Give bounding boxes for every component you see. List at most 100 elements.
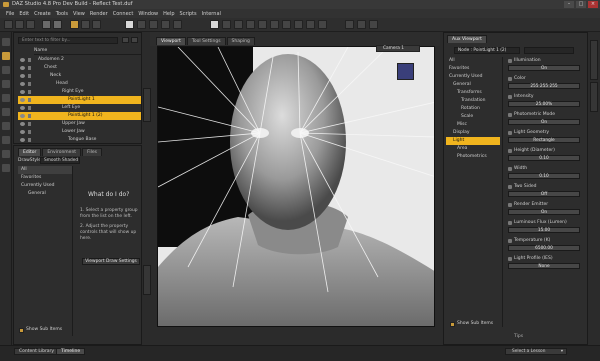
property-value[interactable]: On [508,209,580,215]
lock-icon[interactable] [28,138,31,142]
lock-icon[interactable] [28,66,31,70]
parameters-show-sub-items-checkbox[interactable] [450,322,455,327]
menu-edit[interactable]: Edit [19,11,29,17]
param-group-item[interactable]: Rotation [446,105,500,113]
property-value[interactable]: 0.10 [508,173,580,179]
scene-node-row[interactable]: PointLight 1 [18,96,141,104]
scale-tool-icon[interactable] [161,20,170,29]
smart-content-icon[interactable] [2,52,10,60]
property-value[interactable]: 15.00 [508,227,580,233]
tab-editor[interactable]: Editor [18,148,42,156]
cameras-icon[interactable] [2,136,10,144]
visibility-eye-icon[interactable] [20,74,25,78]
tab-aux-viewport[interactable]: Aux Viewport [447,35,487,43]
menu-help[interactable]: Help [163,11,174,17]
content-library-icon[interactable] [2,66,10,74]
visibility-eye-icon[interactable] [20,106,25,110]
posing-icon[interactable] [2,80,10,88]
side-tab-2[interactable] [143,265,151,295]
scene-panel-icon[interactable] [2,38,10,46]
lock-icon[interactable] [28,58,31,62]
tab-shaping[interactable]: Shaping [226,37,255,45]
param-group-item[interactable]: All [446,57,500,65]
property-value[interactable]: Rectangle [508,137,580,143]
property-value[interactable]: 6500.00 [508,245,580,251]
editor-list-favorites[interactable]: Favorites [18,174,72,182]
menu-render[interactable]: Render [90,11,108,17]
view-cube-icon[interactable] [397,63,414,80]
property-value[interactable]: 25.00% [508,101,580,107]
undo-icon[interactable] [42,20,51,29]
draw-style-select[interactable]: Smooth Shaded [40,157,80,164]
geometry-icon[interactable] [318,20,327,29]
rotate-tool-icon[interactable] [149,20,158,29]
tab-files[interactable]: Files [82,148,102,156]
scene-node-row[interactable]: Right Eye [18,88,141,96]
menu-connect[interactable]: Connect [113,11,134,17]
render-panel-icon[interactable] [2,150,10,158]
lesson-select[interactable]: Select a Lesson ▾ [505,348,567,355]
param-group-item[interactable]: Transforms [446,89,500,97]
side-tab-1[interactable] [143,88,151,122]
param-group-item[interactable]: General [446,81,500,89]
pointer-tool-icon[interactable] [125,20,134,29]
region-nav-icon[interactable] [282,20,291,29]
menu-tools[interactable]: Tools [56,11,68,17]
camera-select[interactable]: Camera 1 [376,45,420,52]
render-settings-icon[interactable] [81,20,90,29]
tab-tool-settings[interactable]: Tool Settings [186,37,226,45]
menu-internal[interactable]: Internal [202,11,221,17]
scene-node-row[interactable]: Tongue Base [18,136,141,144]
scene-node-row[interactable]: Lower Jaw [18,128,141,136]
lock-icon[interactable] [28,82,31,86]
right-side-tab-2[interactable] [590,82,598,112]
visibility-eye-icon[interactable] [20,90,25,94]
save-icon[interactable] [26,20,35,29]
lock-icon[interactable] [28,90,31,94]
param-group-item[interactable]: Translation [446,97,500,105]
scene-node-row[interactable]: Neck [18,72,141,80]
viewport[interactable] [157,46,435,327]
viewport-render[interactable] [158,47,435,327]
joint-editor-icon[interactable] [234,20,243,29]
universal-tool-icon[interactable] [173,20,182,29]
right-side-tab-1[interactable] [590,40,598,80]
lock-icon[interactable] [28,114,31,118]
visibility-eye-icon[interactable] [20,66,25,70]
redo-icon[interactable] [53,20,62,29]
menu-file[interactable]: File [6,11,14,17]
property-value[interactable]: On [508,119,580,125]
timeline-icon[interactable] [2,164,10,172]
maximize-icon[interactable]: □ [576,1,586,8]
viewport-draw-settings-button[interactable]: Viewport Draw Settings [82,258,140,265]
light-tool-icon[interactable] [357,20,366,29]
visibility-eye-icon[interactable] [20,138,25,142]
parameters-search-input[interactable] [524,47,574,54]
visibility-eye-icon[interactable] [20,82,25,86]
scene-node-row[interactable]: PointLight 1 (2) [18,112,141,120]
surface-selection-icon[interactable] [258,20,267,29]
lock-icon[interactable] [28,98,31,102]
show-sub-items-checkbox[interactable] [19,328,24,333]
param-group-item[interactable]: Area [446,145,500,153]
menu-scripts[interactable]: Scripts [180,11,197,17]
close-icon[interactable]: × [588,1,598,8]
surfaces-icon[interactable] [2,108,10,116]
scene-options-icon[interactable] [122,37,129,43]
move-tool-icon[interactable] [137,20,146,29]
param-group-item[interactable]: Scale [446,113,500,121]
tab-environment[interactable]: Environment [42,148,82,156]
tab-content-library[interactable]: Content Library [14,348,60,355]
scene-node-row[interactable]: Left Eye [18,104,141,112]
visibility-eye-icon[interactable] [20,58,25,62]
lights-icon[interactable] [2,122,10,130]
param-group-item[interactable]: Light [446,137,500,145]
node-selector[interactable]: Node : PointLight 1 (2) [454,47,520,54]
camera-tool-icon[interactable] [345,20,354,29]
open-icon[interactable] [15,20,24,29]
property-value[interactable]: On [508,65,580,71]
param-group-item[interactable]: Photometrics [446,153,500,161]
spot-render-icon[interactable] [270,20,279,29]
scene-menu-icon[interactable] [131,37,138,43]
visibility-eye-icon[interactable] [20,114,25,118]
